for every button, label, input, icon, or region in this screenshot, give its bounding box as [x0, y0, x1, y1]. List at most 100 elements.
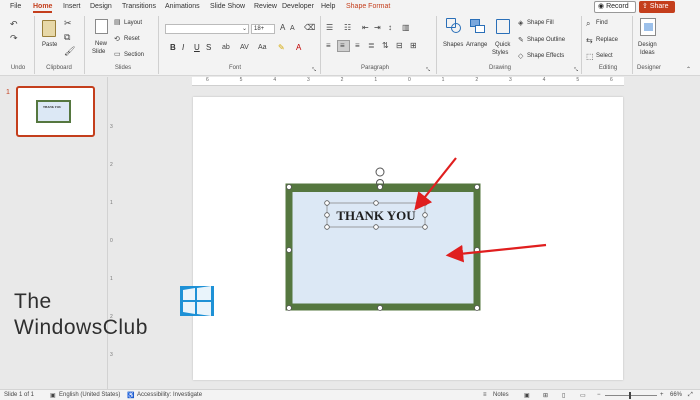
text-box-handle[interactable] — [324, 224, 330, 230]
format-painter-icon[interactable]: 🖌 — [64, 46, 75, 56]
tab-shape-format[interactable]: Shape Format — [346, 1, 390, 13]
bullets-icon[interactable]: ☰ — [326, 23, 333, 33]
text-box-handle[interactable] — [373, 224, 379, 230]
paste-label[interactable]: Paste — [42, 42, 57, 48]
text-direction-icon[interactable]: ⇅ — [382, 41, 389, 51]
bold-button[interactable]: B — [170, 43, 176, 52]
spacing-icon[interactable]: AV — [240, 43, 249, 53]
resize-handle[interactable] — [286, 305, 292, 311]
zoom-in-icon[interactable]: + — [660, 392, 664, 398]
zoom-slider[interactable] — [605, 392, 657, 399]
tab-slide-show[interactable]: Slide Show — [210, 1, 245, 13]
tab-animations[interactable]: Animations — [165, 1, 200, 13]
normal-view-icon[interactable]: ▣ — [524, 392, 530, 399]
text-box-handle[interactable] — [422, 224, 428, 230]
italic-button[interactable]: I — [182, 43, 184, 52]
align-right-icon[interactable]: ≡ — [355, 41, 360, 51]
font-size-input[interactable]: 18+ — [251, 24, 275, 34]
align-text-icon[interactable]: ⊟ — [396, 41, 403, 51]
reading-view-icon[interactable]: ▯ — [562, 392, 565, 399]
collapse-ribbon-icon[interactable]: ⌃ — [686, 65, 691, 75]
slideshow-view-icon[interactable]: ▭ — [580, 392, 586, 399]
change-case-icon[interactable]: Aa — [258, 43, 267, 53]
columns-icon[interactable]: ▥ — [402, 23, 410, 33]
shadow-icon[interactable]: ab — [222, 43, 230, 53]
design-ideas-label-2[interactable]: Ideas — [640, 50, 655, 56]
notes-button[interactable]: Notes — [493, 392, 509, 398]
resize-handle[interactable] — [377, 184, 383, 190]
quick-styles-icon[interactable] — [496, 19, 510, 34]
arrange-icon[interactable] — [470, 19, 486, 34]
dialog-launcher-icon[interactable]: ⤡ — [426, 65, 430, 75]
tab-design[interactable]: Design — [90, 1, 112, 13]
slide-canvas[interactable]: THANK YOU — [193, 97, 623, 380]
dialog-launcher-icon[interactable]: ⤡ — [312, 65, 316, 75]
fit-slide-icon[interactable]: ⤢ — [688, 392, 693, 399]
slide-sorter-icon[interactable]: ⊞ — [543, 392, 548, 399]
shapes-icon[interactable] — [446, 18, 461, 33]
text-box-handle[interactable] — [373, 200, 379, 206]
redo-icon[interactable]: ↷ — [10, 33, 18, 43]
justify-icon[interactable]: ≣ — [368, 41, 375, 51]
line-spacing-icon[interactable]: ↕ — [388, 23, 392, 33]
align-center-button[interactable]: ≡ — [337, 40, 350, 52]
font-name-input[interactable] — [165, 24, 249, 34]
new-slide-icon[interactable] — [95, 19, 108, 34]
text-box-handle[interactable] — [324, 200, 330, 206]
zoom-level[interactable]: 66% — [670, 392, 682, 398]
smartart-icon[interactable]: ⊞ — [410, 41, 417, 51]
new-slide-label[interactable]: New — [95, 41, 107, 47]
strike-button[interactable]: S — [206, 43, 211, 52]
design-ideas-label[interactable]: Design — [638, 42, 657, 48]
resize-handle[interactable] — [286, 247, 292, 253]
quick-styles-label-2[interactable]: Styles — [492, 50, 508, 56]
undo-icon[interactable]: ↶ — [10, 19, 18, 29]
shape-outline-button[interactable]: Shape Outline — [527, 37, 565, 43]
select-button[interactable]: Select — [596, 53, 613, 59]
numbering-icon[interactable]: ☷ — [344, 23, 351, 33]
slide-thumbnail[interactable]: THANK YOU — [16, 86, 95, 137]
clear-format-icon[interactable]: ⌫ — [304, 23, 315, 33]
paste-icon[interactable] — [42, 20, 56, 37]
tab-review[interactable]: Review — [254, 1, 277, 13]
shape-fill-button[interactable]: Shape Fill — [527, 20, 554, 26]
zoom-slider-thumb[interactable] — [629, 392, 631, 399]
share-button[interactable]: ⇪ Share — [639, 1, 675, 13]
design-ideas-icon[interactable] — [640, 18, 656, 36]
align-left-icon[interactable]: ≡ — [326, 41, 331, 51]
cut-icon[interactable]: ✂ — [64, 18, 72, 28]
underline-button[interactable]: U — [194, 43, 200, 52]
font-color-icon[interactable]: A — [296, 43, 301, 53]
highlight-icon[interactable]: ✎ — [278, 43, 285, 53]
quick-styles-label[interactable]: Quick — [495, 42, 510, 48]
shapes-button[interactable]: Shapes — [443, 42, 463, 48]
tab-transitions[interactable]: Transitions — [122, 1, 156, 13]
resize-handle[interactable] — [377, 305, 383, 311]
rectangle-shape[interactable] — [285, 183, 481, 311]
accessibility-status[interactable]: Accessibility: Investigate — [137, 392, 202, 398]
replace-button[interactable]: Replace — [596, 37, 618, 43]
reset-button[interactable]: Reset — [124, 36, 140, 42]
section-button[interactable]: Section — [124, 52, 144, 58]
language-status[interactable]: English (United States) — [59, 392, 120, 398]
shape-effects-button[interactable]: Shape Effects — [527, 53, 564, 59]
resize-handle[interactable] — [474, 305, 480, 311]
record-button[interactable]: ◉ Record — [594, 1, 636, 13]
increase-indent-icon[interactable]: ⇥ — [374, 23, 381, 33]
resize-handle[interactable] — [474, 184, 480, 190]
text-box-handle[interactable] — [324, 212, 330, 218]
find-button[interactable]: Find — [596, 20, 608, 26]
resize-handle[interactable] — [286, 184, 292, 190]
tab-home[interactable]: Home — [33, 1, 53, 13]
tab-developer[interactable]: Developer — [282, 1, 314, 13]
dialog-launcher-icon[interactable]: ⤡ — [574, 65, 578, 75]
copy-icon[interactable]: ⧉ — [64, 32, 70, 42]
text-box-handle[interactable] — [422, 200, 428, 206]
layout-button[interactable]: Layout — [124, 20, 142, 26]
tab-file[interactable]: File — [10, 1, 21, 13]
grow-font-icon[interactable]: A — [280, 23, 285, 33]
tab-help[interactable]: Help — [321, 1, 335, 13]
rotate-handle-icon[interactable] — [375, 167, 385, 177]
slide-text[interactable]: THANK YOU — [336, 208, 416, 223]
text-box-handle[interactable] — [422, 212, 428, 218]
